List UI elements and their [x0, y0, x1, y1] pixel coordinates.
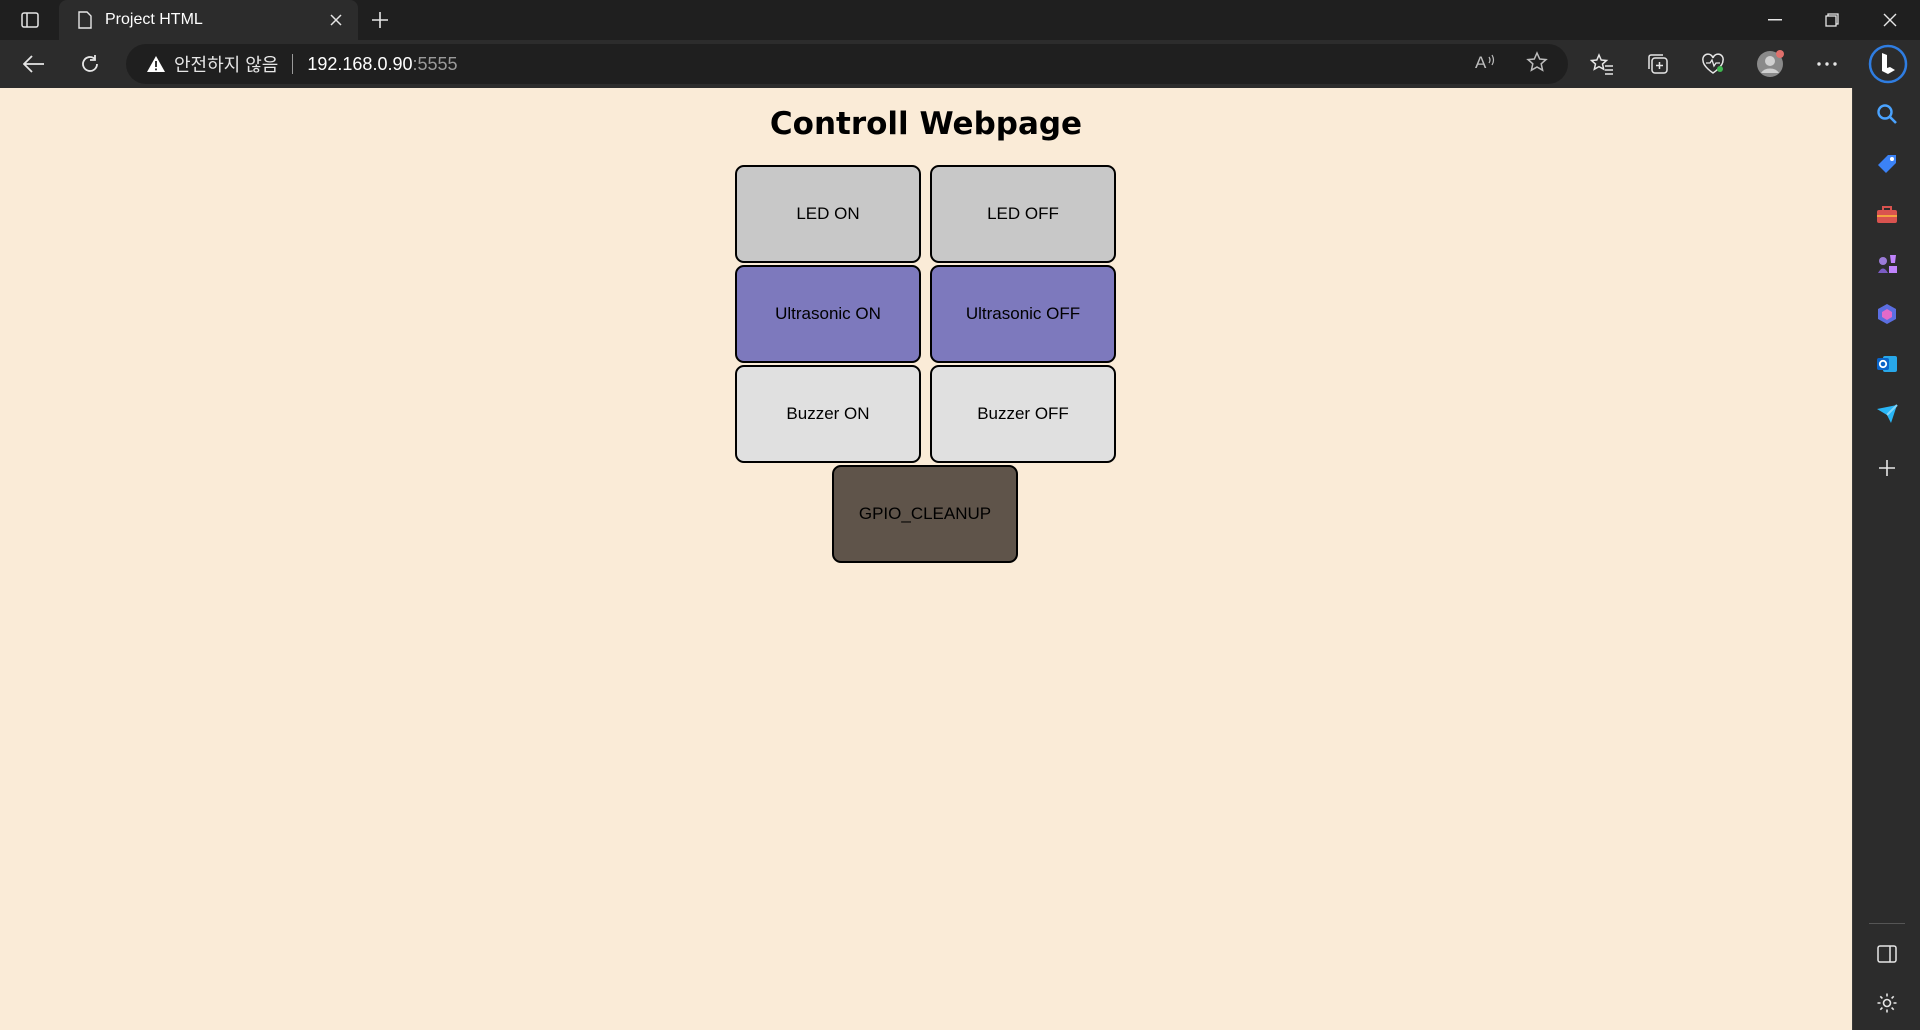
address-bar[interactable]: 안전하지 않음 192.168.0.90 :5555 — [126, 44, 1568, 84]
ultrasonic-on-button[interactable]: Ultrasonic ON — [735, 265, 921, 363]
minimize-icon[interactable] — [1747, 0, 1803, 40]
security-label[interactable]: 안전하지 않음 — [174, 51, 278, 77]
close-tab-icon[interactable] — [322, 6, 350, 34]
favorite-star-icon[interactable] — [1525, 50, 1549, 74]
favorites-icon[interactable] — [1586, 48, 1618, 80]
profile-avatar-icon[interactable] — [1754, 48, 1786, 80]
hide-sidebar-icon[interactable] — [1871, 938, 1903, 970]
page-title: Controll Webpage — [769, 106, 1083, 142]
address-separator — [292, 54, 294, 74]
back-icon[interactable] — [16, 48, 52, 80]
add-sidebar-app-icon[interactable] — [1871, 452, 1903, 484]
sidebar-settings-gear-icon[interactable] — [1871, 987, 1903, 1019]
title-bar: Project HTML — [0, 0, 1920, 40]
tools-icon[interactable] — [1871, 198, 1903, 230]
browser-essentials-icon[interactable] — [1697, 48, 1729, 80]
ultrasonic-off-button[interactable]: Ultrasonic OFF — [930, 265, 1116, 363]
led-off-button[interactable]: LED OFF — [930, 165, 1116, 263]
tab-actions-icon[interactable] — [14, 8, 46, 32]
games-icon[interactable] — [1871, 248, 1903, 280]
bing-copilot-icon[interactable] — [1868, 44, 1908, 84]
svg-text:A: A — [1475, 53, 1487, 72]
led-on-button[interactable]: LED ON — [735, 165, 921, 263]
warning-icon[interactable] — [146, 54, 166, 74]
tab-title: Project HTML — [105, 11, 203, 28]
page-icon — [75, 10, 95, 30]
gpio-cleanup-button[interactable]: GPIO_CLEANUP — [832, 465, 1018, 563]
drop-send-icon[interactable] — [1871, 398, 1903, 430]
browser-tab[interactable]: Project HTML — [59, 0, 358, 40]
new-tab-icon[interactable] — [366, 6, 394, 34]
collections-icon[interactable] — [1642, 48, 1674, 80]
edge-sidebar — [1852, 88, 1920, 1030]
outlook-icon[interactable] — [1871, 348, 1903, 380]
search-icon[interactable] — [1871, 98, 1903, 130]
more-options-icon[interactable] — [1811, 48, 1843, 80]
read-aloud-icon[interactable]: A — [1474, 50, 1498, 74]
buzzer-off-button[interactable]: Buzzer OFF — [930, 365, 1116, 463]
copilot-icon[interactable] — [1871, 298, 1903, 330]
buzzer-on-button[interactable]: Buzzer ON — [735, 365, 921, 463]
url-host[interactable]: 192.168.0.90 — [307, 54, 412, 75]
restore-icon[interactable] — [1804, 0, 1860, 40]
refresh-icon[interactable] — [72, 48, 108, 80]
close-window-icon[interactable] — [1862, 0, 1918, 40]
url-port[interactable]: :5555 — [412, 54, 457, 75]
webpage-content: Controll Webpage LED ON LED OFF Ultrason… — [0, 88, 1852, 1030]
shopping-tag-icon[interactable] — [1871, 148, 1903, 180]
sidebar-divider — [1869, 923, 1905, 924]
browser-toolbar: 안전하지 않음 192.168.0.90 :5555 A — [0, 40, 1920, 88]
